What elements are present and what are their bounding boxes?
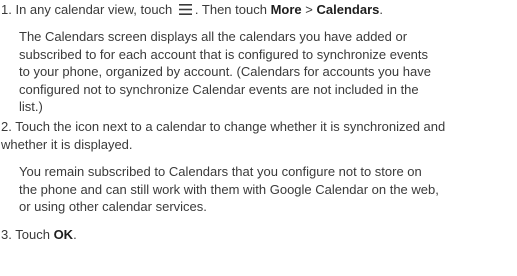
- menu-separator: >: [305, 2, 313, 17]
- step-2-number: 2.: [1, 119, 12, 134]
- note-line: subscribed to for each account that is c…: [19, 46, 429, 62]
- ok-label: OK: [53, 227, 74, 242]
- step-1: 1. In any calendar view, touch . Then to…: [1, 1, 383, 19]
- step-1-note: The Calendars screen displays all the ca…: [19, 28, 513, 116]
- step-3-number: 3.: [1, 227, 12, 242]
- step-1-text-mid: . Then touch: [194, 2, 267, 17]
- step-2-note: You remain subscribed to Calendars that …: [19, 163, 513, 216]
- note-line: or using other calendar services.: [19, 199, 207, 215]
- note-line: You remain subscribed to Calendars that …: [19, 164, 422, 179]
- note-line: list.): [19, 99, 43, 115]
- step-2: 2. Touch the icon next to a calendar to …: [1, 118, 516, 153]
- step-2-line: Touch the icon next to a calendar to cha…: [15, 119, 446, 134]
- calendars-label: Calendars: [316, 2, 380, 17]
- note-line: to your phone, organized by account. (Ca…: [19, 64, 431, 80]
- instruction-document: 1. In any calendar view, touch . Then to…: [0, 0, 517, 276]
- step-1-text-end: .: [379, 2, 383, 17]
- menu-icon: [178, 3, 192, 15]
- step-3-text-before: Touch: [15, 227, 50, 242]
- note-line: The Calendars screen displays all the ca…: [19, 29, 408, 44]
- note-line: configured not to synchronize Calendar e…: [19, 81, 419, 97]
- note-line: the phone and can still work with them w…: [19, 181, 439, 197]
- step-3-text-end: .: [73, 227, 77, 242]
- more-label: More: [270, 2, 302, 17]
- step-2-line: whether it is displayed.: [1, 136, 133, 152]
- step-1-number: 1.: [1, 2, 12, 17]
- step-3: 3. Touch OK.: [1, 226, 77, 244]
- step-1-text-before: In any calendar view, touch: [15, 2, 173, 17]
